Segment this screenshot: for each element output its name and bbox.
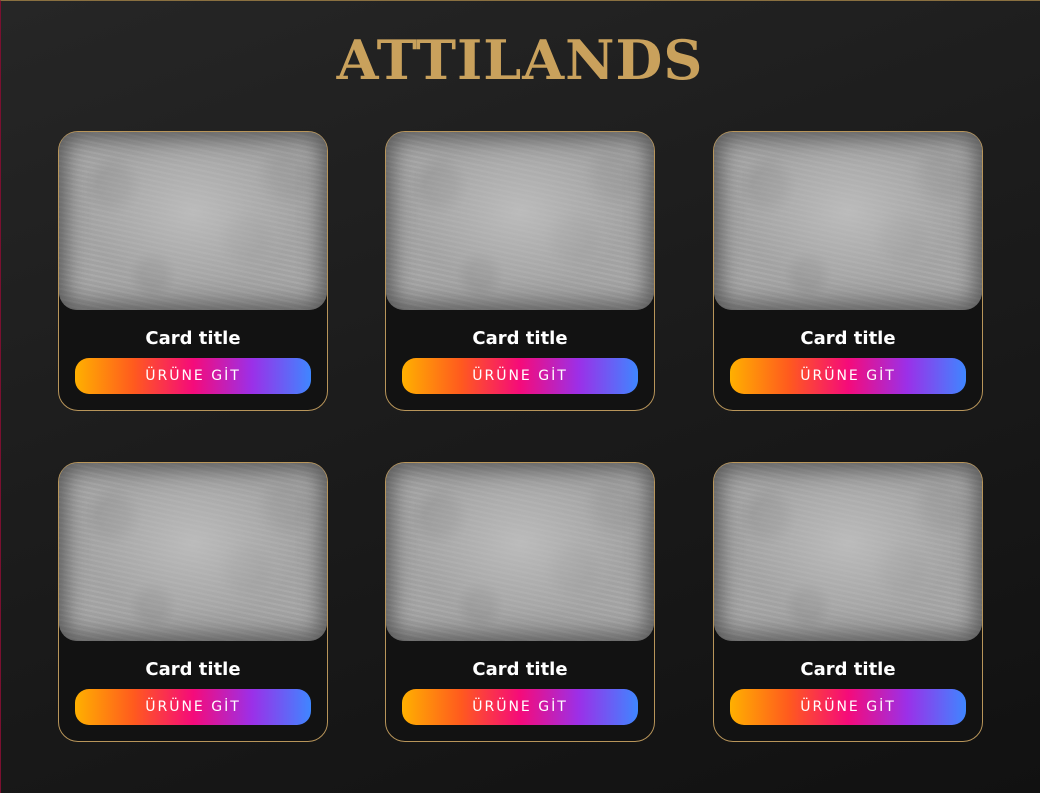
go-to-product-button[interactable]: ÜRÜNE GİT	[402, 358, 638, 394]
go-to-product-button[interactable]: ÜRÜNE GİT	[730, 689, 966, 725]
go-to-product-button[interactable]: ÜRÜNE GİT	[730, 358, 966, 394]
card-image	[714, 463, 982, 641]
card-title: Card title	[472, 659, 568, 680]
product-card: Card title ÜRÜNE GİT	[58, 131, 328, 411]
card-image	[59, 132, 327, 310]
card-image	[386, 132, 654, 310]
go-to-product-button[interactable]: ÜRÜNE GİT	[75, 689, 311, 725]
product-card: Card title ÜRÜNE GİT	[385, 462, 655, 742]
card-title: Card title	[145, 659, 241, 680]
card-image	[714, 132, 982, 310]
card-image	[386, 463, 654, 641]
card-title: Card title	[800, 659, 896, 680]
product-card: Card title ÜRÜNE GİT	[713, 462, 983, 742]
product-card: Card title ÜRÜNE GİT	[713, 131, 983, 411]
go-to-product-button[interactable]: ÜRÜNE GİT	[402, 689, 638, 725]
go-to-product-button[interactable]: ÜRÜNE GİT	[75, 358, 311, 394]
card-title: Card title	[800, 328, 896, 349]
card-title: Card title	[472, 328, 568, 349]
product-card: Card title ÜRÜNE GİT	[58, 462, 328, 742]
card-image	[59, 463, 327, 641]
card-title: Card title	[145, 328, 241, 349]
brand-title: ATTILANDS	[336, 28, 704, 92]
product-card: Card title ÜRÜNE GİT	[385, 131, 655, 411]
